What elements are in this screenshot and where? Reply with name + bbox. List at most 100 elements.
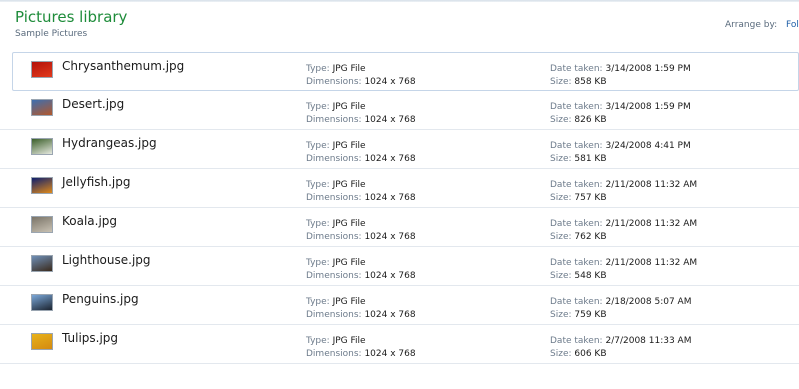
file-date-column: Date taken: 3/24/2008 4:41 PM Size: 581 K… — [550, 140, 691, 166]
file-size-value: 759 KB — [574, 310, 607, 320]
file-row[interactable]: Tulips.jpg Type: JPG File Dimensions: 1024… — [0, 325, 799, 364]
file-size: Size: 757 KB — [550, 192, 697, 205]
file-size-value: 826 KB — [574, 115, 607, 125]
file-size-value: 762 KB — [574, 232, 607, 242]
file-date-taken-label: Date taken: — [550, 180, 603, 190]
file-dimensions-value: 1024 x 768 — [364, 310, 416, 320]
file-dimensions-value: 1024 x 768 — [364, 349, 416, 359]
file-name: Koala.jpg — [62, 214, 118, 228]
file-name: Lighthouse.jpg — [62, 253, 151, 267]
file-row[interactable]: Koala.jpg Type: JPG File Dimensions: 1024 … — [0, 208, 799, 247]
file-size-label: Size: — [550, 77, 572, 87]
file-size-label: Size: — [550, 310, 572, 320]
file-date-taken: Date taken: 3/14/2008 1:59 PM — [550, 63, 691, 76]
image-thumbnail-icon — [31, 294, 53, 311]
file-type-label: Type: — [306, 64, 330, 74]
file-type-column: Type: JPG File Dimensions: 1024 x 768 — [306, 140, 416, 166]
file-size: Size: 581 KB — [550, 153, 691, 166]
file-date-taken-label: Date taken: — [550, 336, 603, 346]
file-type-label: Type: — [306, 141, 330, 151]
file-type-label: Type: — [306, 297, 330, 307]
file-date-column: Date taken: 3/14/2008 1:59 PM Size: 858 K… — [550, 63, 691, 89]
image-thumbnail-icon — [31, 333, 53, 350]
file-dimensions: Dimensions: 1024 x 768 — [306, 76, 416, 89]
file-size: Size: 606 KB — [550, 348, 691, 361]
file-dimensions: Dimensions: 1024 x 768 — [306, 270, 416, 283]
file-dimensions-label: Dimensions: — [306, 310, 362, 320]
file-date-column: Date taken: 2/18/2008 5:07 AM Size: 759 K… — [550, 296, 691, 322]
file-row[interactable]: Jellyfish.jpg Type: JPG File Dimensions: 1… — [0, 169, 799, 208]
file-type-label: Type: — [306, 336, 330, 346]
arrange-by-label: Arrange by: — [725, 20, 778, 30]
file-type-column: Type: JPG File Dimensions: 1024 x 768 — [306, 335, 416, 361]
file-type-column: Type: JPG File Dimensions: 1024 x 768 — [306, 218, 416, 244]
file-type-value: JPG File — [332, 219, 366, 229]
library-subtitle: Sample Pictures — [15, 29, 88, 39]
image-thumbnail-icon — [31, 255, 53, 272]
file-type-value: JPG File — [332, 102, 366, 112]
file-date-taken: Date taken: 2/7/2008 11:33 AM — [550, 335, 691, 348]
file-type-value: JPG File — [332, 258, 366, 268]
file-size: Size: 759 KB — [550, 309, 691, 322]
file-name: Desert.jpg — [62, 97, 125, 111]
file-dimensions-value: 1024 x 768 — [364, 232, 416, 242]
image-thumbnail-icon — [31, 177, 53, 194]
file-row[interactable]: Penguins.jpg Type: JPG File Dimensions: 10… — [0, 286, 799, 325]
file-row[interactable]: Hydrangeas.jpg Type: JPG File Dimensions: … — [0, 130, 799, 169]
file-date-taken: Date taken: 2/11/2008 11:32 AM — [550, 218, 697, 231]
library-title: Pictures library — [15, 8, 128, 26]
file-type: Type: JPG File — [306, 257, 416, 270]
file-date-taken-label: Date taken: — [550, 219, 603, 229]
file-date-column: Date taken: 2/11/2008 11:32 AM Size: 548 … — [550, 257, 697, 283]
file-dimensions-value: 1024 x 768 — [364, 193, 416, 203]
file-date-column: Date taken: 2/11/2008 11:32 AM Size: 762 … — [550, 218, 697, 244]
file-type-column: Type: JPG File Dimensions: 1024 x 768 — [306, 101, 416, 127]
image-thumbnail-icon — [31, 216, 53, 233]
file-size-label: Size: — [550, 193, 572, 203]
file-type-column: Type: JPG File Dimensions: 1024 x 768 — [306, 257, 416, 283]
file-date-taken-label: Date taken: — [550, 258, 603, 268]
file-dimensions-label: Dimensions: — [306, 77, 362, 87]
file-type: Type: JPG File — [306, 179, 416, 192]
file-list: Chrysanthemum.jpg Type: JPG File Dimension… — [0, 52, 799, 364]
file-dimensions-value: 1024 x 768 — [364, 115, 416, 125]
file-date-taken-value: 3/24/2008 4:41 PM — [605, 141, 691, 151]
file-size-label: Size: — [550, 115, 572, 125]
file-type-label: Type: — [306, 258, 330, 268]
file-dimensions-label: Dimensions: — [306, 154, 362, 164]
file-row[interactable]: Lighthouse.jpg Type: JPG File Dimensions: … — [0, 247, 799, 286]
image-thumbnail-icon — [31, 138, 53, 155]
library-header: Pictures library Sample Pictures Arrange… — [0, 0, 799, 48]
file-dimensions-value: 1024 x 768 — [364, 154, 416, 164]
file-date-taken-label: Date taken: — [550, 141, 603, 151]
file-name: Hydrangeas.jpg — [62, 136, 157, 150]
file-size-value: 548 KB — [574, 271, 607, 281]
file-type: Type: JPG File — [306, 296, 416, 309]
file-date-taken-value: 3/14/2008 1:59 PM — [605, 102, 691, 112]
arrange-by-dropdown[interactable]: Fol — [786, 20, 799, 30]
file-name: Jellyfish.jpg — [62, 175, 131, 189]
file-date-taken-value: 2/11/2008 11:32 AM — [605, 219, 698, 229]
file-type: Type: JPG File — [306, 140, 416, 153]
file-row[interactable]: Chrysanthemum.jpg Type: JPG File Dimension… — [12, 52, 799, 91]
file-size-value: 858 KB — [574, 77, 607, 87]
file-date-taken: Date taken: 3/14/2008 1:59 PM — [550, 101, 691, 114]
file-type-label: Type: — [306, 180, 330, 190]
file-type-column: Type: JPG File Dimensions: 1024 x 768 — [306, 296, 416, 322]
file-dimensions-label: Dimensions: — [306, 115, 362, 125]
file-name: Penguins.jpg — [62, 292, 139, 306]
file-dimensions-value: 1024 x 768 — [364, 271, 416, 281]
file-type-value: JPG File — [332, 180, 366, 190]
file-dimensions-label: Dimensions: — [306, 349, 362, 359]
file-size-value: 606 KB — [574, 349, 607, 359]
file-date-taken-value: 3/14/2008 1:59 PM — [605, 64, 691, 74]
file-row[interactable]: Desert.jpg Type: JPG File Dimensions: 1024… — [0, 91, 799, 130]
file-name: Tulips.jpg — [62, 331, 119, 345]
file-size-label: Size: — [550, 349, 572, 359]
file-date-taken-label: Date taken: — [550, 64, 603, 74]
file-date-taken-value: 2/11/2008 11:32 AM — [605, 258, 698, 268]
file-date-taken-label: Date taken: — [550, 297, 603, 307]
file-dimensions: Dimensions: 1024 x 768 — [306, 309, 416, 322]
file-dimensions: Dimensions: 1024 x 768 — [306, 153, 416, 166]
file-date-taken-value: 2/18/2008 5:07 AM — [605, 297, 692, 307]
